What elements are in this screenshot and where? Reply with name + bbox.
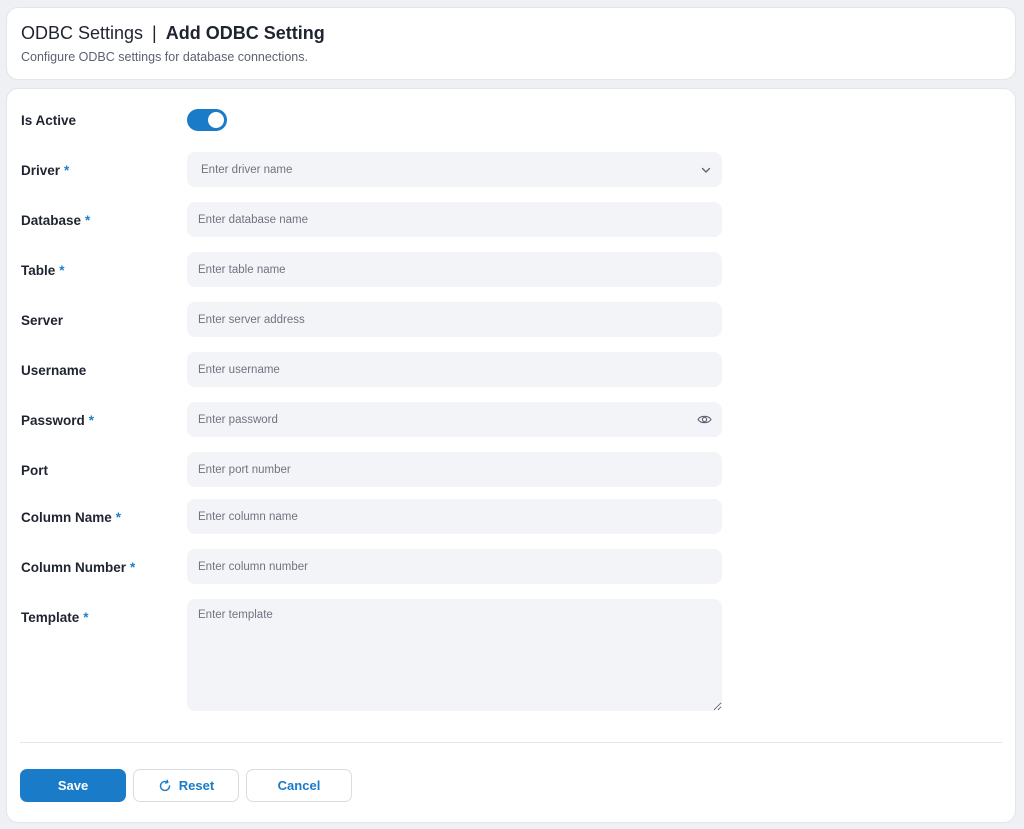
- driver-label-text: Driver: [21, 162, 61, 178]
- is-active-label-text: Is Active: [21, 112, 77, 128]
- form-row-server: Server: [7, 302, 1015, 338]
- username-label-text: Username: [21, 362, 87, 378]
- save-button[interactable]: Save: [20, 769, 126, 802]
- table-label: Table *: [21, 252, 65, 288]
- column-number-label: Column Number *: [21, 549, 135, 585]
- column-name-label: Column Name *: [21, 499, 121, 535]
- form-row-username: Username: [7, 352, 1015, 388]
- form-row-template: Template *: [7, 599, 1015, 711]
- cancel-button-label: Cancel: [277, 778, 321, 793]
- form-row-database: Database *: [7, 202, 1015, 238]
- server-label: Server: [21, 302, 63, 338]
- column-number-label-text: Column Number: [21, 559, 127, 575]
- toggle-knob: [208, 112, 224, 128]
- username-input[interactable]: [187, 352, 722, 387]
- required-marker: *: [115, 509, 122, 525]
- driver-label: Driver *: [21, 152, 69, 188]
- is-active-toggle[interactable]: [187, 109, 227, 131]
- password-label-text: Password: [21, 412, 85, 428]
- page-description: Configure ODBC settings for database con…: [21, 50, 308, 64]
- required-marker: *: [85, 212, 91, 228]
- server-input[interactable]: [187, 302, 722, 337]
- column-name-label-text: Column Name: [21, 509, 112, 525]
- driver-select[interactable]: Enter driver name: [187, 152, 722, 187]
- port-label-text: Port: [21, 462, 48, 478]
- driver-placeholder: Enter driver name: [201, 163, 293, 176]
- database-input[interactable]: [187, 202, 722, 237]
- chevron-down-icon: [701, 167, 711, 173]
- port-input[interactable]: [187, 452, 722, 487]
- odbc-form: Is Active Driver * Enter driver name Dat…: [6, 88, 1016, 823]
- eye-icon[interactable]: [697, 413, 712, 426]
- template-label: Template *: [21, 599, 89, 635]
- required-marker: *: [64, 162, 70, 178]
- database-label: Database *: [21, 202, 90, 238]
- cancel-button[interactable]: Cancel: [246, 769, 352, 802]
- required-marker: *: [59, 262, 65, 278]
- form-divider: [20, 742, 1002, 743]
- form-row-column-name: Column Name *: [7, 499, 1015, 535]
- reset-button[interactable]: Reset: [133, 769, 239, 802]
- reset-button-label: Reset: [178, 778, 215, 793]
- form-row-table: Table *: [7, 252, 1015, 288]
- column-number-input[interactable]: [187, 549, 722, 584]
- page-title: ODBC Settings | Add ODBC Setting: [21, 22, 1001, 44]
- required-marker: *: [83, 609, 89, 625]
- required-marker: *: [130, 559, 136, 575]
- title-separator: |: [152, 23, 157, 43]
- is-active-label: Is Active: [21, 102, 76, 138]
- form-row-is-active: Is Active: [7, 102, 1015, 138]
- password-input[interactable]: [187, 402, 722, 437]
- form-row-driver: Driver * Enter driver name: [7, 152, 1015, 188]
- database-label-text: Database: [21, 212, 82, 228]
- form-row-port: Port: [7, 452, 1015, 488]
- table-label-text: Table: [21, 262, 56, 278]
- page-title-sub: Add ODBC Setting: [165, 23, 325, 43]
- page-title-main: ODBC Settings: [21, 23, 144, 43]
- save-button-label: Save: [57, 778, 89, 793]
- form-row-column-number: Column Number *: [7, 549, 1015, 585]
- server-label-text: Server: [21, 312, 64, 328]
- form-row-password: Password *: [7, 402, 1015, 438]
- template-textarea[interactable]: [187, 599, 722, 711]
- required-marker: *: [88, 412, 95, 428]
- refresh-icon: [159, 779, 170, 791]
- username-label: Username: [21, 352, 86, 388]
- column-name-input[interactable]: [187, 499, 722, 534]
- password-label: Password *: [21, 402, 94, 438]
- port-label: Port: [21, 452, 48, 488]
- table-input[interactable]: [187, 252, 722, 287]
- page-header: ODBC Settings | Add ODBC Setting Configu…: [6, 7, 1016, 80]
- template-label-text: Template: [21, 609, 80, 625]
